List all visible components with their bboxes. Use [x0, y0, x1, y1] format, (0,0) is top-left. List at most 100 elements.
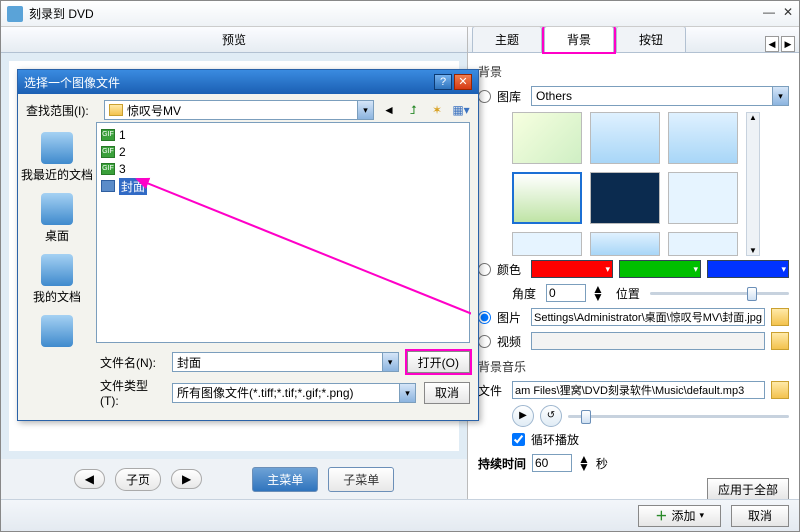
- chevron-down-icon: ▾: [357, 101, 373, 119]
- duration-input[interactable]: [532, 454, 572, 472]
- bg-thumb[interactable]: [668, 112, 738, 164]
- plus-icon: ＋: [655, 507, 667, 524]
- main-menu-button[interactable]: 主菜单: [252, 467, 318, 492]
- subpage-button[interactable]: 子页: [115, 468, 161, 491]
- file-item[interactable]: GIF3: [101, 161, 465, 177]
- radio-video[interactable]: [478, 335, 491, 348]
- filetype-label: 文件类型(T):: [100, 377, 164, 408]
- library-combo[interactable]: Others▾: [531, 86, 789, 106]
- open-file-dialog: 选择一个图像文件 ? ✕ 查找范围(I): 惊叹号MV ▾: [17, 69, 479, 421]
- bg-section-header: 背景: [478, 63, 789, 80]
- radio-color[interactable]: [478, 263, 491, 276]
- view-menu-icon[interactable]: ▦▾: [452, 101, 470, 119]
- tab-bar: 主题 背景 按钮 ◀▶: [468, 27, 799, 53]
- right-panel: 背景 图库 Others▾: [468, 53, 799, 499]
- close-button[interactable]: ✕: [783, 5, 793, 19]
- apply-all-button[interactable]: 应用于全部: [707, 478, 789, 499]
- image-path-input[interactable]: Settings\Administrator\桌面\惊叹号MV\封面.jpg: [531, 308, 765, 326]
- music-section-header: 背景音乐: [478, 358, 789, 375]
- tabscroll-right[interactable]: ▶: [781, 36, 795, 52]
- gif-icon: GIF: [101, 163, 115, 175]
- places-bar: 我最近的文档 桌面 我的文档 我的电脑 网上邻居: [18, 122, 96, 347]
- pos-label: 位置: [616, 285, 644, 302]
- bg-thumb[interactable]: [512, 232, 582, 256]
- file-list[interactable]: GIF1 GIF2 GIF3 封面: [96, 122, 470, 343]
- tab-theme[interactable]: 主题: [472, 27, 542, 52]
- angle-label: 角度: [512, 285, 540, 302]
- spin-down-icon[interactable]: ▼: [592, 293, 604, 301]
- new-folder-icon[interactable]: ✶: [428, 101, 446, 119]
- window-title: 刻录到 DVD: [29, 5, 94, 22]
- lookin-combo[interactable]: 惊叹号MV ▾: [104, 100, 374, 120]
- bg-thumb[interactable]: [590, 172, 660, 224]
- bg-thumb-selected[interactable]: [512, 172, 582, 224]
- footer-cancel-button[interactable]: 取消: [731, 505, 789, 527]
- place-desktop[interactable]: 桌面: [39, 189, 75, 248]
- stop-button[interactable]: ↺: [540, 405, 562, 427]
- place-recent[interactable]: 我最近的文档: [19, 128, 95, 187]
- filename-label: 文件名(N):: [100, 354, 164, 371]
- pos-slider[interactable]: [650, 285, 789, 301]
- video-label: 视频: [497, 333, 525, 350]
- bg-thumb[interactable]: [512, 112, 582, 164]
- minimize-button[interactable]: —: [763, 5, 775, 19]
- bg-thumbnails: [512, 112, 789, 256]
- image-icon: [101, 180, 115, 192]
- add-button[interactable]: ＋添加▾: [638, 505, 721, 527]
- color-swatch-1[interactable]: ▾: [531, 260, 613, 278]
- bg-thumb[interactable]: [590, 232, 660, 256]
- chevron-down-icon: ▾: [382, 353, 398, 371]
- lookin-value: 惊叹号MV: [127, 102, 181, 119]
- nav-controls: ◀ 子页 ▶ 主菜单 子菜单: [1, 459, 467, 499]
- dialog-help-button[interactable]: ?: [434, 74, 452, 90]
- up-folder-icon[interactable]: ⮥: [404, 101, 422, 119]
- back-icon[interactable]: ◄: [380, 101, 398, 119]
- cancel-button[interactable]: 取消: [424, 382, 470, 404]
- browse-image-button[interactable]: [771, 308, 789, 326]
- video-path-input[interactable]: [531, 332, 765, 350]
- bg-thumb[interactable]: [668, 172, 738, 224]
- sub-menu-button[interactable]: 子菜单: [328, 467, 394, 492]
- loop-checkbox[interactable]: [512, 433, 525, 446]
- app-icon: [7, 6, 23, 22]
- image-label: 图片: [497, 309, 525, 326]
- radio-library[interactable]: [478, 90, 491, 103]
- radio-image[interactable]: [478, 311, 491, 324]
- filename-input[interactable]: 封面▾: [172, 352, 399, 372]
- file-item[interactable]: GIF1: [101, 127, 465, 143]
- tab-button[interactable]: 按钮: [616, 27, 686, 52]
- browse-video-button[interactable]: [771, 332, 789, 350]
- folder-icon: [109, 104, 123, 116]
- gif-icon: GIF: [101, 129, 115, 141]
- gif-icon: GIF: [101, 146, 115, 158]
- angle-input[interactable]: [546, 284, 586, 302]
- thumb-scrollbar[interactable]: [746, 112, 760, 256]
- chevron-down-icon: ▾: [772, 87, 788, 105]
- tabscroll-left[interactable]: ◀: [765, 36, 779, 52]
- music-path-input[interactable]: am Files\狸窝\DVD刻录软件\Music\default.mp3: [512, 381, 765, 399]
- bg-thumb[interactable]: [668, 232, 738, 256]
- duration-unit: 秒: [596, 455, 608, 472]
- tab-background[interactable]: 背景: [544, 27, 614, 52]
- file-item[interactable]: GIF2: [101, 144, 465, 160]
- chevron-down-icon: ▾: [699, 510, 704, 521]
- preview-header: 预览: [1, 27, 467, 53]
- bg-thumb[interactable]: [590, 112, 660, 164]
- color-swatch-2[interactable]: ▾: [619, 260, 701, 278]
- window-titlebar: 刻录到 DVD — ✕: [1, 1, 799, 27]
- next-page-button[interactable]: ▶: [171, 469, 202, 489]
- prev-page-button[interactable]: ◀: [74, 469, 105, 489]
- music-file-label: 文件: [478, 382, 506, 399]
- place-mycomputer[interactable]: 我的电脑: [31, 311, 83, 347]
- filetype-combo[interactable]: 所有图像文件(*.tiff;*.tif;*.gif;*.png)▾: [172, 383, 416, 403]
- open-button[interactable]: 打开(O): [407, 351, 470, 373]
- place-mydocs[interactable]: 我的文档: [31, 250, 83, 309]
- volume-slider[interactable]: [568, 408, 789, 424]
- file-item-selected[interactable]: 封面: [101, 178, 465, 194]
- play-button[interactable]: ▶: [512, 405, 534, 427]
- color-label: 颜色: [497, 261, 525, 278]
- spin-down-icon[interactable]: ▼: [578, 463, 590, 471]
- color-swatch-3[interactable]: ▾: [707, 260, 789, 278]
- browse-music-button[interactable]: [771, 381, 789, 399]
- dialog-close-button[interactable]: ✕: [454, 74, 472, 90]
